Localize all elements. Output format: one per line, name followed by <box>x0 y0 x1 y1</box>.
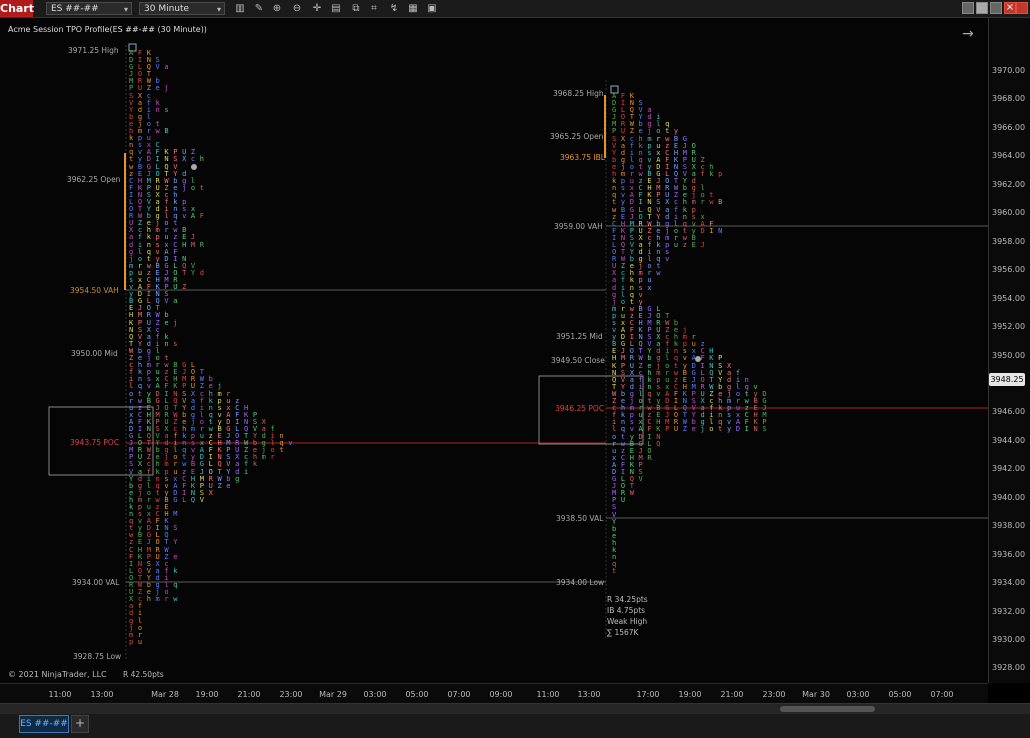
volume-stat: ∑ 1567K <box>607 628 639 637</box>
time-tick: 05:00 <box>405 690 429 699</box>
high-label: 3971.25 High <box>68 46 119 55</box>
weak-high-stat: Weak High <box>607 617 648 626</box>
time-tick: 23:00 <box>762 690 786 699</box>
price-tick: 3958.00 <box>992 236 1026 246</box>
poc-label: 3943.75 POC <box>70 438 120 447</box>
time-tick: 19:00 <box>678 690 702 699</box>
price-tick: 3928.00 <box>992 663 1026 673</box>
price-tick: 3962.00 <box>992 179 1026 189</box>
val-label: 3938.50 VAL <box>556 514 604 523</box>
price-tick: 3946.00 <box>992 407 1026 417</box>
range-stat: R 34.25pts <box>607 595 648 604</box>
price-tick: 3944.00 <box>992 435 1026 445</box>
tab-es[interactable]: ES ##-## <box>19 715 69 733</box>
price-tick: 3960.00 <box>992 208 1026 218</box>
price-tick: 3942.00 <box>992 464 1026 474</box>
price-tick: 3940.00 <box>992 492 1026 502</box>
time-tick: 03:00 <box>846 690 870 699</box>
open-label: 3962.25 Open <box>67 175 121 184</box>
horizontal-scrollbar[interactable] <box>0 704 1030 714</box>
tpo-profile-session2: A F K D I N S G L Q V a J O T Y d i M R … <box>612 92 767 576</box>
range-stat: R 42.50pts <box>123 670 164 679</box>
time-tick: Mar 29 <box>319 690 347 699</box>
maximize-button[interactable] <box>990 2 1002 14</box>
price-tick: 3954.00 <box>992 293 1026 303</box>
time-tick: 23:00 <box>279 690 303 699</box>
close-button[interactable]: × <box>1004 2 1016 14</box>
vah-label: 3959.00 VAH <box>554 222 603 231</box>
low-label: 3934.00 Low <box>556 578 605 587</box>
close-window-icon[interactable] <box>1016 2 1028 14</box>
price-tick: 3934.00 <box>992 578 1026 588</box>
price-tick: 3932.00 <box>992 606 1026 616</box>
time-tick: 03:00 <box>363 690 387 699</box>
time-tick: 19:00 <box>195 690 219 699</box>
time-tick: 07:00 <box>447 690 471 699</box>
tpo-profile-session1: A F K D I N S G L Q V a J O T M R W b P … <box>129 49 293 646</box>
current-price-tag: 3948.25 <box>989 373 1025 386</box>
price-tick: 3936.00 <box>992 549 1026 559</box>
time-tick: 11:00 <box>48 690 72 699</box>
high-label: 3968.25 High <box>553 89 604 98</box>
open-label: 3965.25 Open <box>550 132 604 141</box>
price-tick: 3966.00 <box>992 122 1026 132</box>
val-label: 3934.00 VAL <box>72 578 120 587</box>
time-tick: 21:00 <box>720 690 744 699</box>
ib-stat: IB 4.75pts <box>607 606 646 615</box>
close-label: 3949.50 Close <box>551 356 605 365</box>
time-tick: 09:00 <box>489 690 513 699</box>
price-tick: 3950.00 <box>992 350 1026 360</box>
poc-label: 3946.25 POC <box>555 404 605 413</box>
price-tick: 3970.00 <box>992 66 1026 75</box>
time-tick: 17:00 <box>636 690 660 699</box>
low-label: 3928.75 Low <box>73 652 122 661</box>
price-tick: 3968.00 <box>992 94 1026 104</box>
mid-label: 3951.25 Mid <box>556 332 603 341</box>
time-tick: Mar 30 <box>802 690 830 699</box>
time-tick: 11:00 <box>536 690 560 699</box>
ibl-label: 3963.75 IBL <box>560 153 605 162</box>
time-tick: 13:00 <box>577 690 601 699</box>
time-tick: 21:00 <box>237 690 261 699</box>
scrollbar-thumb[interactable] <box>780 706 875 712</box>
price-tick: 3952.00 <box>992 322 1026 332</box>
price-tick: 3964.00 <box>992 151 1026 161</box>
price-tick: 3930.00 <box>992 635 1026 644</box>
time-tick: 07:00 <box>930 690 954 699</box>
price-tick: 3956.00 <box>992 265 1026 275</box>
time-tick: Mar 28 <box>151 690 179 699</box>
time-tick: 05:00 <box>888 690 912 699</box>
vah-label: 3954.50 VAH <box>70 286 119 295</box>
copyright-text: © 2021 NinjaTrader, LLC <box>8 670 107 679</box>
time-tick: 13:00 <box>90 690 114 699</box>
mid-label: 3950.00 Mid <box>71 349 118 358</box>
price-tick: 3938.00 <box>992 521 1026 531</box>
add-tab-button[interactable]: + <box>71 715 89 733</box>
